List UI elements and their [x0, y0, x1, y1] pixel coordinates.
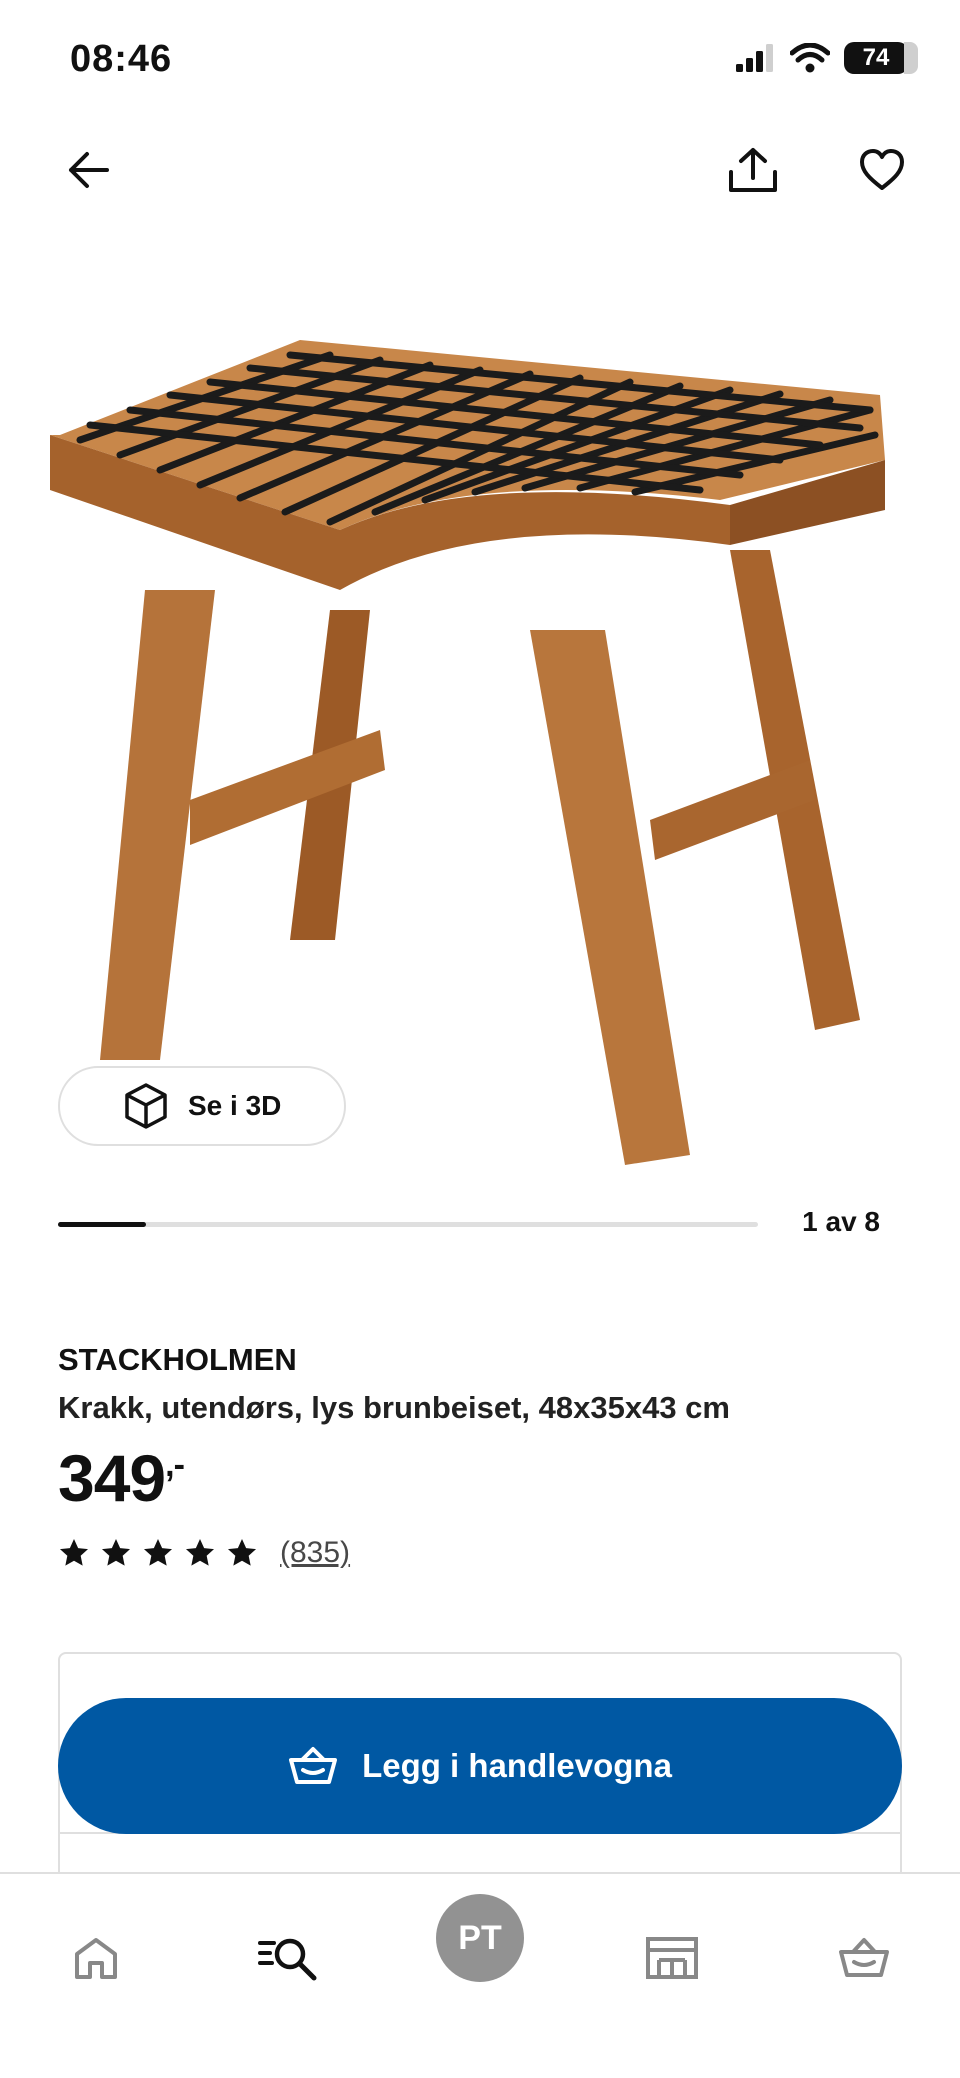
star-icon: [186, 1539, 214, 1566]
heart-icon: [860, 149, 904, 190]
favorite-button[interactable]: [854, 142, 910, 198]
product-rating[interactable]: (835): [58, 1536, 350, 1570]
product-gallery[interactable]: Se i 3D: [0, 240, 960, 1165]
tab-profile-avatar[interactable]: PT: [436, 1894, 524, 1982]
view-3d-label: Se i 3D: [188, 1090, 282, 1121]
cube-icon: [125, 1083, 167, 1129]
battery-icon: 74: [844, 42, 918, 74]
store-icon: [646, 1937, 698, 1979]
tab-cart[interactable]: [816, 1910, 912, 2006]
back-arrow-icon: [69, 152, 109, 188]
back-button[interactable]: [60, 142, 116, 198]
share-icon: [729, 148, 777, 192]
gallery-progress-bar: [58, 1222, 758, 1227]
add-to-cart-label: Legg i handlevogna: [362, 1747, 672, 1784]
price-value: 349: [58, 1441, 166, 1515]
rating-count-link[interactable]: (835): [280, 1536, 350, 1570]
basket-icon: [839, 1938, 889, 1977]
tab-stores[interactable]: [624, 1910, 720, 2006]
tab-home[interactable]: [48, 1910, 144, 2006]
rating-stars: [58, 1537, 258, 1569]
share-button[interactable]: [725, 142, 781, 198]
product-name: STACKHOLMEN: [58, 1342, 297, 1377]
cellular-signal-icon: [736, 44, 773, 72]
product-description: Krakk, utendørs, lys brunbeiset, 48x35x4…: [58, 1390, 730, 1425]
basket-icon: [289, 1747, 338, 1784]
view-3d-button[interactable]: Se i 3D: [58, 1066, 346, 1146]
product-image: [50, 340, 885, 1165]
bottom-tab-bar: PT: [0, 1872, 960, 2078]
search-icon: [258, 1938, 317, 1981]
status-icons: 74: [736, 42, 918, 74]
star-icon: [60, 1539, 88, 1566]
home-icon: [75, 1938, 117, 1979]
battery-level: 74: [862, 44, 890, 71]
top-nav: [0, 130, 960, 210]
star-icon: [144, 1539, 172, 1566]
status-bar: 08:46 74: [0, 0, 960, 120]
status-time: 08:46: [70, 38, 173, 80]
tab-search[interactable]: [240, 1910, 336, 2006]
star-icon: [102, 1539, 130, 1566]
gallery-counter: 1 av 8: [802, 1206, 880, 1237]
product-price: 349,-: [58, 1440, 185, 1516]
gallery-progress-fill: [58, 1222, 146, 1227]
star-icon: [228, 1539, 256, 1566]
price-suffix: ,-: [165, 1446, 185, 1484]
wifi-icon: [790, 43, 830, 73]
add-to-cart-button[interactable]: Legg i handlevogna: [58, 1698, 902, 1834]
